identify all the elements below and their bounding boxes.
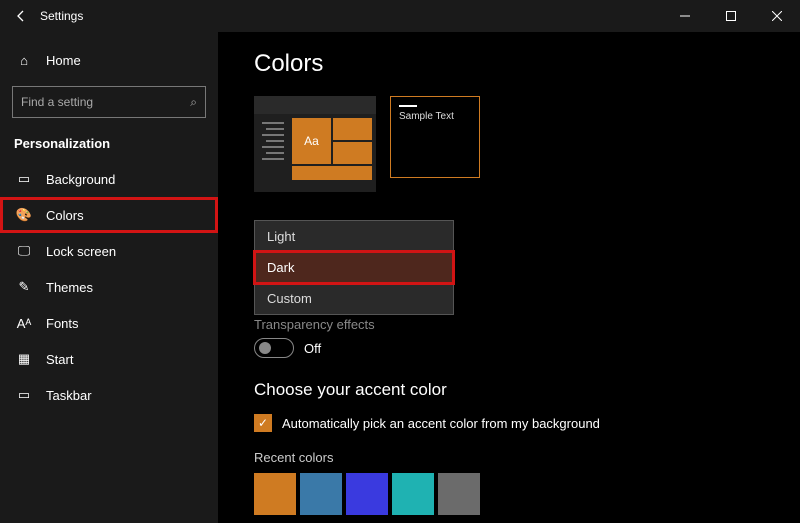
lock-screen-icon: 🖵 — [14, 243, 34, 259]
sidebar-item-label: Fonts — [46, 316, 79, 331]
taskbar-icon: ▭ — [14, 387, 34, 403]
sidebar-item-background[interactable]: ▭ Background — [0, 161, 218, 197]
sidebar-item-label: Themes — [46, 280, 93, 295]
color-swatch[interactable] — [392, 473, 434, 515]
recent-colors — [254, 473, 800, 515]
sidebar-item-label: Taskbar — [46, 388, 92, 403]
accent-section-title: Choose your accent color — [254, 380, 800, 400]
preview-sample: Sample Text — [390, 96, 480, 178]
dropdown-option-light[interactable]: Light — [255, 221, 453, 252]
color-swatch[interactable] — [254, 473, 296, 515]
window-title: Settings — [40, 9, 83, 23]
color-preview: Aa Sample Text — [254, 96, 800, 192]
sidebar-item-taskbar[interactable]: ▭ Taskbar — [0, 377, 218, 413]
dropdown-option-custom[interactable]: Custom — [255, 283, 453, 314]
back-button[interactable] — [6, 9, 36, 23]
toggle-state: Off — [304, 341, 321, 356]
home-icon: ⌂ — [14, 53, 34, 68]
search-icon: ⌕ — [190, 95, 197, 110]
search-box[interactable]: ⌕ — [12, 86, 206, 118]
sidebar-item-label: Colors — [46, 208, 84, 223]
auto-accent-checkbox[interactable]: ✓ — [254, 414, 272, 432]
sidebar-item-themes[interactable]: ✎ Themes — [0, 269, 218, 305]
maximize-button[interactable] — [708, 0, 754, 32]
sample-text: Sample Text — [399, 111, 454, 122]
dropdown-option-dark[interactable]: Dark — [255, 252, 453, 283]
sidebar-item-colors[interactable]: 🎨 Colors — [0, 197, 218, 233]
minimize-button[interactable] — [662, 0, 708, 32]
sidebar-item-label: Background — [46, 172, 115, 187]
home-label: Home — [46, 53, 81, 68]
themes-icon: ✎ — [14, 279, 34, 295]
auto-accent-label: Automatically pick an accent color from … — [282, 416, 600, 431]
transparency-toggle[interactable] — [254, 338, 294, 358]
color-mode-dropdown[interactable]: LightDarkCustom — [254, 220, 454, 315]
category-label: Personalization — [0, 126, 218, 155]
color-swatch[interactable] — [300, 473, 342, 515]
recent-colors-label: Recent colors — [254, 450, 800, 465]
sidebar-item-label: Lock screen — [46, 244, 116, 259]
preview-window: Aa — [254, 96, 376, 192]
sidebar-item-fonts[interactable]: Aᴬ Fonts — [0, 305, 218, 341]
colors-icon: 🎨 — [14, 207, 34, 223]
transparency-label: Transparency effects — [254, 317, 800, 332]
background-icon: ▭ — [14, 171, 34, 187]
close-button[interactable] — [754, 0, 800, 32]
search-input[interactable] — [21, 95, 190, 109]
color-swatch[interactable] — [438, 473, 480, 515]
tile-aa: Aa — [292, 118, 331, 164]
page-title: Colors — [254, 50, 800, 78]
sidebar-item-label: Start — [46, 352, 73, 367]
sidebar-item-start[interactable]: ▦ Start — [0, 341, 218, 377]
start-icon: ▦ — [14, 351, 34, 367]
sidebar-item-lock-screen[interactable]: 🖵 Lock screen — [0, 233, 218, 269]
color-swatch[interactable] — [346, 473, 388, 515]
fonts-icon: Aᴬ — [14, 316, 34, 331]
home-nav[interactable]: ⌂ Home — [0, 42, 218, 78]
